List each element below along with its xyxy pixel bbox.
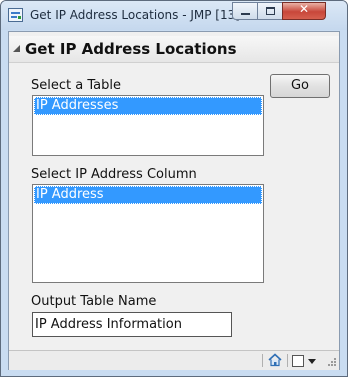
maximize-button[interactable] — [257, 2, 283, 20]
select-column-label: Select IP Address Column — [31, 167, 197, 182]
minimize-button[interactable] — [232, 2, 258, 20]
window-title: Get IP Address Locations - JMP [13] — [30, 8, 240, 22]
home-icon[interactable] — [268, 353, 282, 367]
jmp-app-icon[interactable] — [8, 8, 23, 22]
checkbox-icon[interactable] — [292, 355, 304, 367]
outline-box-header[interactable]: Get IP Address Locations — [9, 36, 339, 63]
status-separator — [287, 354, 288, 367]
go-button[interactable]: Go — [270, 74, 330, 98]
close-icon: ✕ — [298, 2, 310, 16]
status-bar — [9, 350, 339, 370]
output-table-label: Output Table Name — [31, 294, 157, 309]
title-bar[interactable]: Get IP Address Locations - JMP [13] ✕ — [1, 1, 347, 30]
column-listbox[interactable]: IP Address — [32, 184, 264, 283]
maximize-icon — [266, 7, 275, 15]
status-separator — [262, 354, 263, 367]
minimize-icon — [241, 13, 250, 15]
dropdown-arrow-icon[interactable] — [308, 359, 316, 364]
resize-grip-icon[interactable] — [327, 357, 337, 367]
list-item-ip-addresses[interactable]: IP Addresses — [34, 97, 262, 115]
output-table-name-input[interactable]: IP Address Information — [32, 312, 232, 337]
disclosure-triangle-icon[interactable] — [13, 45, 20, 52]
table-listbox[interactable]: IP Addresses — [32, 95, 264, 156]
list-item-ip-address[interactable]: IP Address — [34, 186, 262, 204]
close-button[interactable]: ✕ — [282, 2, 326, 20]
select-table-label: Select a Table — [31, 78, 121, 93]
outline-title: Get IP Address Locations — [25, 40, 237, 58]
app-window: Get IP Address Locations - JMP [13] ✕ Ge… — [0, 0, 348, 377]
dialog-body: Get IP Address Locations Select a Table … — [8, 31, 340, 370]
